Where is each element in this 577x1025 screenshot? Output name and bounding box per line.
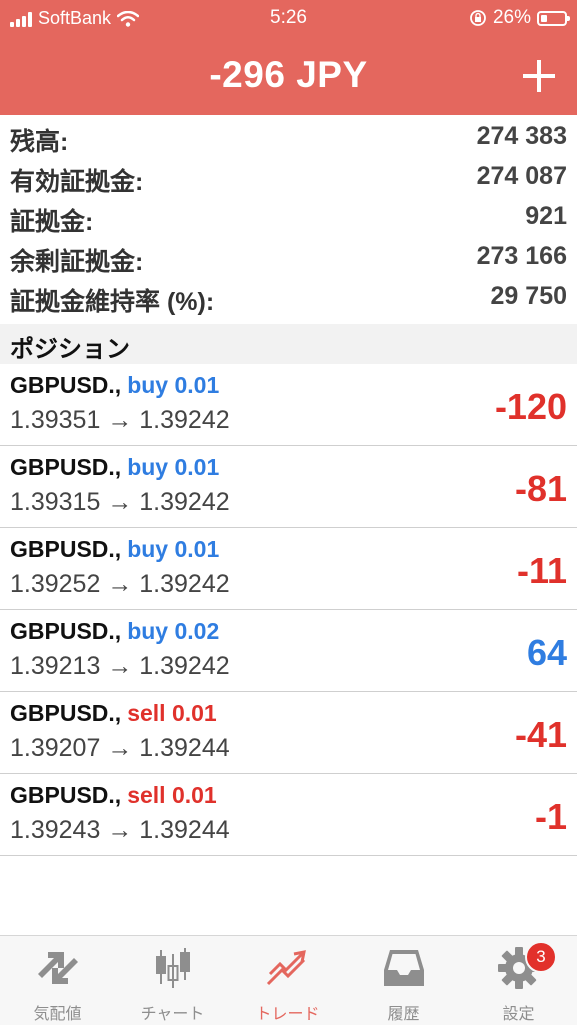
tab-settings[interactable]: 3 設定 [461,936,576,1025]
position-profit: -120 [494,386,567,427]
tab-trade[interactable]: トレード [230,936,345,1025]
position-prices: 1.39213 → 1.39242 [10,652,230,680]
account-summary: 残高: 274 383 有効証拠金: 274 087 証拠金: 921 余剰証拠… [0,116,577,316]
position-title: GBPUSD., buy 0.01 [10,372,219,399]
position-prices: 1.39243 → 1.39244 [10,816,230,844]
position-prices: 1.39315 → 1.39242 [10,488,230,516]
tab-label: チャート [140,1006,205,1023]
position-prices: 1.39252 → 1.39242 [10,570,230,598]
battery-percent: 26% [492,7,531,28]
position-title: GBPUSD., sell 0.01 [10,782,217,809]
battery-level [541,14,547,22]
trade-icon [266,950,306,986]
position-title: GBPUSD., sell 0.01 [10,700,217,727]
position-side: sell 0.01 [127,782,217,808]
position-row[interactable]: GBPUSD., sell 0.01 1.39243 → 1.39244 -1 [0,774,577,856]
position-symbol: GBPUSD., [10,372,122,398]
position-profit: -1 [534,796,567,837]
position-row[interactable]: GBPUSD., buy 0.01 1.39252 → 1.39242 -11 [0,528,577,610]
summary-value: 274 087 [476,162,567,190]
position-profit: -11 [516,550,567,591]
tab-label: 履歴 [387,1006,420,1023]
position-symbol: GBPUSD., [10,454,122,480]
summary-value: 29 750 [490,282,567,310]
position-symbol: GBPUSD., [10,782,122,808]
top-bar: SoftBank 5:26 26% -296 JPY [0,0,577,115]
tab-label: 気配値 [33,1006,82,1023]
summary-value: 274 383 [476,122,567,150]
notification-badge: 3 [525,941,557,973]
summary-value: 273 166 [476,242,567,270]
position-prices: 1.39351 → 1.39242 [10,406,230,434]
orientation-lock-icon [470,10,486,26]
position-row[interactable]: GBPUSD., buy 0.01 1.39315 → 1.39242 -81 [0,446,577,528]
tab-chart[interactable]: チャート [115,936,230,1025]
position-title: GBPUSD., buy 0.02 [10,618,219,645]
position-profit: -41 [514,714,567,755]
position-title: GBPUSD., buy 0.01 [10,454,219,481]
position-side: buy 0.01 [127,454,220,480]
position-prices: 1.39207 → 1.39244 [10,734,230,762]
position-symbol: GBPUSD., [10,536,122,562]
summary-row-margin: 証拠金: 921 [0,196,577,236]
summary-label: 有効証拠金: [10,168,144,196]
quotes-icon [38,952,78,984]
page-title: -296 JPY [209,54,368,95]
summary-row-margin-level: 証拠金維持率 (%): 29 750 [0,276,577,316]
summary-label: 証拠金維持率 (%): [10,288,215,316]
position-title: GBPUSD., buy 0.01 [10,536,219,563]
candlestick-chart-icon [156,948,190,988]
position-row[interactable]: GBPUSD., buy 0.02 1.39213 → 1.39242 64 [0,610,577,692]
plus-icon[interactable] [521,58,557,94]
position-side: buy 0.02 [127,618,220,644]
status-bar: SoftBank 5:26 26% [0,0,577,38]
summary-label: 証拠金: [10,208,94,236]
summary-row-balance: 残高: 274 383 [0,116,577,156]
positions-list: GBPUSD., buy 0.01 1.39351 → 1.39242 -120 … [0,364,577,856]
position-symbol: GBPUSD., [10,700,122,726]
position-side: buy 0.01 [127,536,220,562]
summary-row-free-margin: 余剰証拠金: 273 166 [0,236,577,276]
position-symbol: GBPUSD., [10,618,122,644]
summary-label: 余剰証拠金: [10,248,144,276]
history-tray-icon [384,950,424,986]
tab-quotes[interactable]: 気配値 [0,936,115,1025]
summary-value: 921 [525,202,567,230]
status-right: 26% [469,7,570,29]
position-profit: -81 [514,468,567,509]
positions-section-header: ポジション [0,324,577,364]
position-side: buy 0.01 [127,372,220,398]
position-profit: 64 [526,632,567,673]
summary-row-equity: 有効証拠金: 274 087 [0,156,577,196]
position-row[interactable]: GBPUSD., sell 0.01 1.39207 → 1.39244 -41 [0,692,577,774]
battery-icon [537,10,570,26]
positions-header-label: ポジション [10,336,130,363]
tab-history[interactable]: 履歴 [346,936,461,1025]
position-side: sell 0.01 [127,700,217,726]
summary-label: 残高: [10,128,69,156]
tab-label: トレード [255,1006,320,1023]
tab-bar: 気配値 チャート トレード 履歴 3 設定 [0,935,577,1025]
position-row[interactable]: GBPUSD., buy 0.01 1.39351 → 1.39242 -120 [0,364,577,446]
tab-label: 設定 [502,1006,535,1023]
